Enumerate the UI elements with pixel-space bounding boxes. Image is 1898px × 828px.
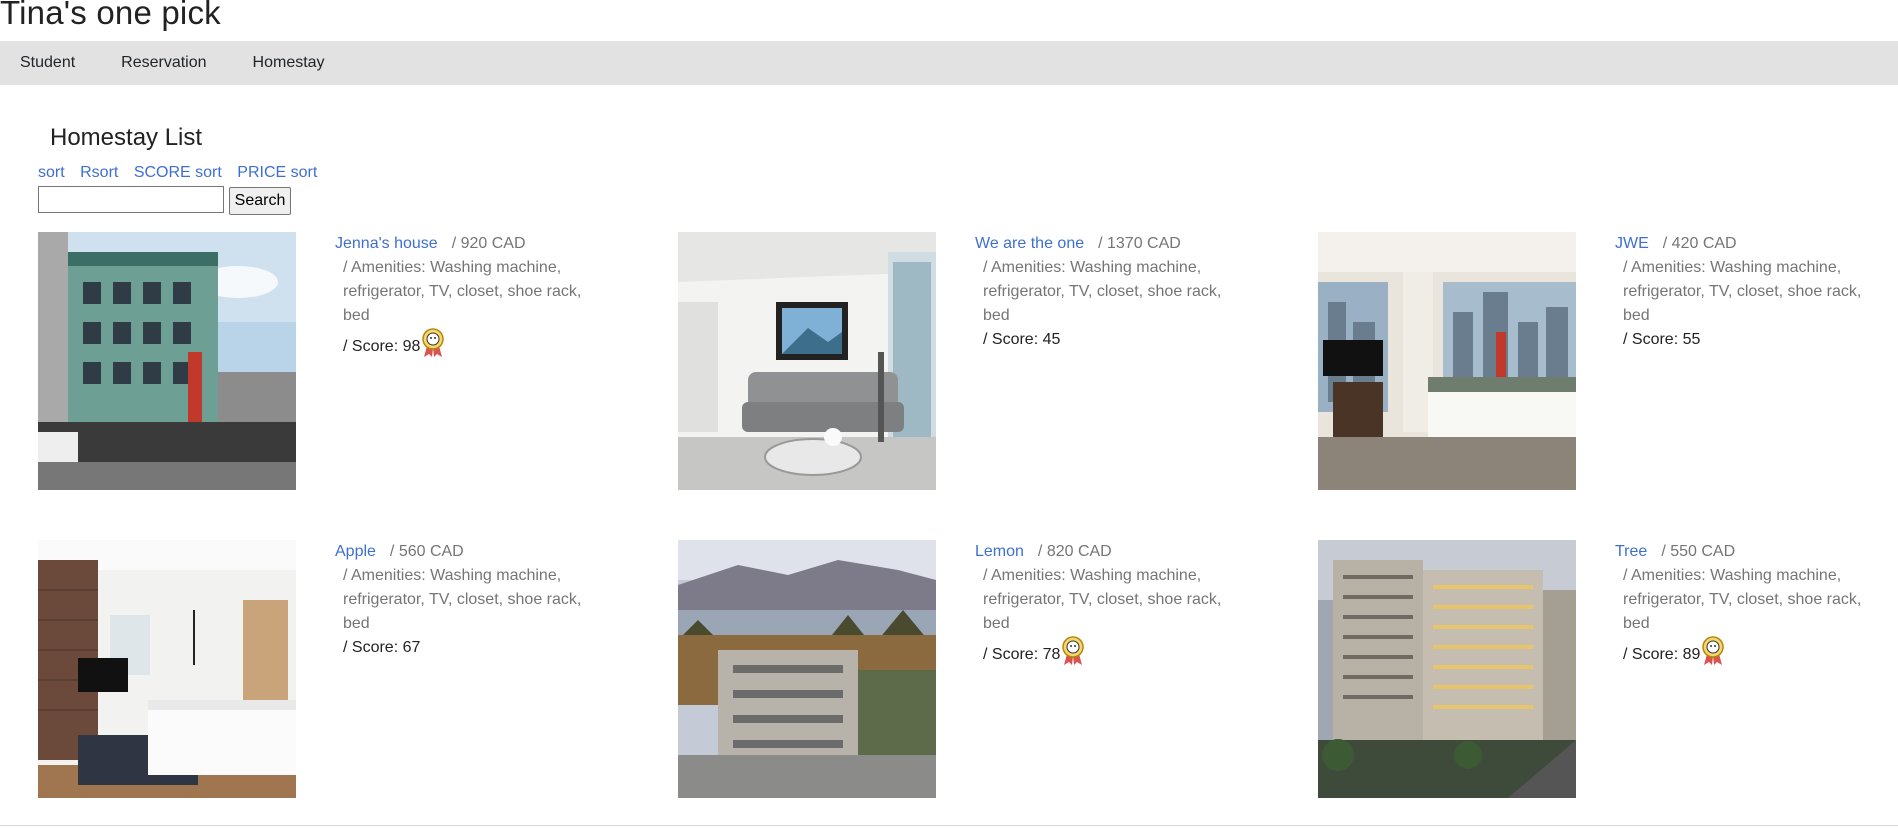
award-badge-icon [421, 328, 445, 366]
homestay-photo[interactable] [678, 232, 936, 490]
homestay-price: / 420 CAD [1662, 235, 1737, 252]
homestay-amenities: / Amenities: Washing machine, refrigerat… [343, 567, 582, 632]
homestay-card: Lemon / 820 CAD / Amenities: Washing mach… [678, 540, 1318, 800]
homestay-info: JWE / 420 CAD / Amenities: Washing machin… [1615, 232, 1880, 352]
homestay-name-link[interactable]: Tree [1615, 543, 1647, 560]
homestay-score: / Score: 98 [343, 338, 421, 356]
homestay-name-link[interactable]: We are the one [975, 235, 1084, 252]
homestay-amenities: / Amenities: Washing machine, refrigerat… [983, 567, 1222, 632]
homestay-name-link[interactable]: JWE [1615, 235, 1649, 252]
homestay-card: Tree / 550 CAD / Amenities: Washing machi… [1318, 540, 1898, 800]
price-sort-link[interactable]: PRICE sort [237, 164, 317, 181]
homestay-score: / Score: 89 [1623, 646, 1701, 664]
homestay-price: / 920 CAD [451, 235, 526, 252]
score-sort-link[interactable]: SCORE sort [134, 164, 222, 181]
homestay-photo[interactable] [678, 540, 936, 798]
homestay-name-link[interactable]: Jenna's house [335, 235, 438, 252]
homestay-amenities: / Amenities: Washing machine, refrigerat… [343, 259, 582, 324]
homestay-price: / 550 CAD [1661, 543, 1736, 560]
homestay-amenities: / Amenities: Washing machine, refrigerat… [983, 259, 1222, 324]
homestay-score: / Score: 67 [343, 639, 421, 656]
page-divider [0, 825, 1898, 826]
homestay-price: / 820 CAD [1037, 543, 1112, 560]
page-heading: Homestay List [50, 124, 203, 151]
homestay-price: / 1370 CAD [1098, 235, 1181, 252]
homestay-score: / Score: 78 [983, 646, 1061, 664]
sort-links: sort Rsort SCORE sort PRICE sort [38, 164, 328, 182]
homestay-score: / Score: 45 [983, 331, 1061, 348]
search-input[interactable] [38, 186, 224, 213]
homestay-info: Lemon / 820 CAD / Amenities: Washing mach… [975, 540, 1240, 674]
homestay-photo[interactable] [1318, 232, 1576, 490]
homestay-photo[interactable] [38, 540, 296, 798]
homestay-info: Tree / 550 CAD / Amenities: Washing machi… [1615, 540, 1880, 674]
homestay-info: We are the one / 1370 CAD / Amenities: Wa… [975, 232, 1240, 352]
homestay-name-link[interactable]: Lemon [975, 543, 1024, 560]
award-badge-icon [1061, 636, 1085, 674]
homestay-amenities: / Amenities: Washing machine, refrigerat… [1623, 567, 1862, 632]
nav-reservation[interactable]: Reservation [121, 54, 206, 72]
sort-link[interactable]: sort [38, 164, 65, 181]
nav-homestay[interactable]: Homestay [253, 54, 325, 72]
search-button[interactable]: Search [229, 187, 291, 215]
homestay-score: / Score: 55 [1623, 331, 1701, 348]
homestay-card: Jenna's house / 920 CAD / Amenities: Wash… [38, 232, 678, 492]
homestay-photo[interactable] [1318, 540, 1576, 798]
homestay-photo[interactable] [38, 232, 296, 490]
homestay-card: Apple / 560 CAD / Amenities: Washing mach… [38, 540, 678, 800]
homestay-info: Apple / 560 CAD / Amenities: Washing mach… [335, 540, 600, 660]
rsort-link[interactable]: Rsort [80, 164, 118, 181]
homestay-card: We are the one / 1370 CAD / Amenities: Wa… [678, 232, 1318, 492]
homestay-amenities: / Amenities: Washing machine, refrigerat… [1623, 259, 1862, 324]
homestay-info: Jenna's house / 920 CAD / Amenities: Wash… [335, 232, 600, 366]
navbar: Student Reservation Homestay [0, 41, 1898, 85]
homestay-price: / 560 CAD [389, 543, 464, 560]
homestay-card: JWE / 420 CAD / Amenities: Washing machin… [1318, 232, 1898, 492]
site-title: Tina's one pick [0, 0, 221, 31]
homestay-name-link[interactable]: Apple [335, 543, 376, 560]
nav-student[interactable]: Student [20, 54, 75, 72]
award-badge-icon [1701, 636, 1725, 674]
